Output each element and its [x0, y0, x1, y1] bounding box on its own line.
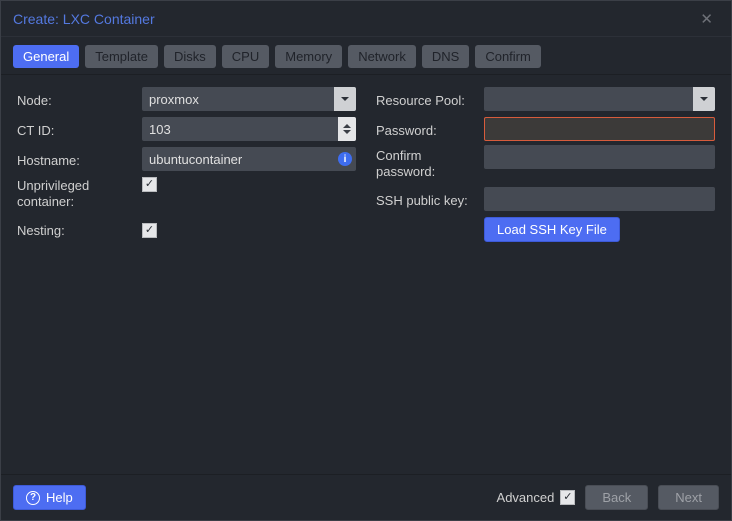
resource-pool-value [484, 87, 715, 111]
titlebar: Create: LXC Container ✕ [1, 1, 731, 37]
hostname-label: Hostname: [17, 150, 142, 169]
info-icon[interactable]: i [334, 147, 356, 171]
advanced-label: Advanced [497, 490, 555, 505]
tab-confirm[interactable]: Confirm [475, 45, 541, 68]
help-icon: ? [26, 491, 40, 505]
right-column: Resource Pool: Password: Confirm passwor… [376, 85, 715, 474]
confirm-password-value [484, 145, 715, 169]
footer: ? Help Advanced ✓ Back Next [1, 474, 731, 520]
nesting-checkbox[interactable]: ✓ [142, 223, 157, 238]
wizard-tabs: General Template Disks CPU Memory Networ… [1, 37, 731, 75]
back-button[interactable]: Back [585, 485, 648, 510]
nesting-label: Nesting: [17, 220, 142, 239]
node-label: Node: [17, 90, 142, 109]
advanced-checkbox[interactable]: ✓ [560, 490, 575, 505]
left-column: Node: proxmox CT ID: 103 [17, 85, 356, 474]
ssh-key-label: SSH public key: [376, 190, 484, 209]
tab-dns[interactable]: DNS [422, 45, 469, 68]
form-content: Node: proxmox CT ID: 103 [1, 75, 731, 474]
chevron-down-icon[interactable] [343, 129, 351, 135]
ctid-value: 103 [142, 117, 356, 141]
load-ssh-key-label: Load SSH Key File [497, 222, 607, 237]
help-label: Help [46, 490, 73, 505]
window-title: Create: LXC Container [13, 11, 155, 27]
confirm-password-label: Confirm password: [376, 145, 484, 180]
advanced-toggle[interactable]: Advanced ✓ [497, 490, 576, 505]
hostname-field[interactable]: ubuntucontainer i [142, 147, 356, 171]
node-combo[interactable]: proxmox [142, 87, 356, 111]
tab-template[interactable]: Template [85, 45, 158, 68]
tab-general[interactable]: General [13, 45, 79, 68]
spinner-buttons[interactable] [338, 117, 356, 141]
next-button[interactable]: Next [658, 485, 719, 510]
ctid-label: CT ID: [17, 120, 142, 139]
ssh-key-field[interactable] [484, 187, 715, 211]
load-ssh-key-button[interactable]: Load SSH Key File [484, 217, 620, 242]
create-lxc-window: Create: LXC Container ✕ General Template… [0, 0, 732, 521]
chevron-down-icon[interactable] [693, 87, 715, 111]
help-button[interactable]: ? Help [13, 485, 86, 510]
tab-memory[interactable]: Memory [275, 45, 342, 68]
node-value: proxmox [142, 87, 356, 111]
password-value [484, 117, 715, 141]
resource-pool-combo[interactable] [484, 87, 715, 111]
password-label: Password: [376, 120, 484, 139]
ssh-key-value [484, 187, 715, 211]
chevron-down-icon[interactable] [334, 87, 356, 111]
password-field[interactable] [484, 117, 715, 141]
resource-pool-label: Resource Pool: [376, 90, 484, 109]
confirm-password-field[interactable] [484, 145, 715, 169]
close-icon[interactable]: ✕ [694, 8, 719, 30]
unprivileged-label: Unprivileged container: [17, 175, 142, 210]
ctid-spinner[interactable]: 103 [142, 117, 356, 141]
hostname-value: ubuntucontainer [142, 147, 356, 171]
tab-network[interactable]: Network [348, 45, 416, 68]
unprivileged-checkbox[interactable]: ✓ [142, 177, 157, 192]
tab-disks[interactable]: Disks [164, 45, 216, 68]
tab-cpu[interactable]: CPU [222, 45, 269, 68]
